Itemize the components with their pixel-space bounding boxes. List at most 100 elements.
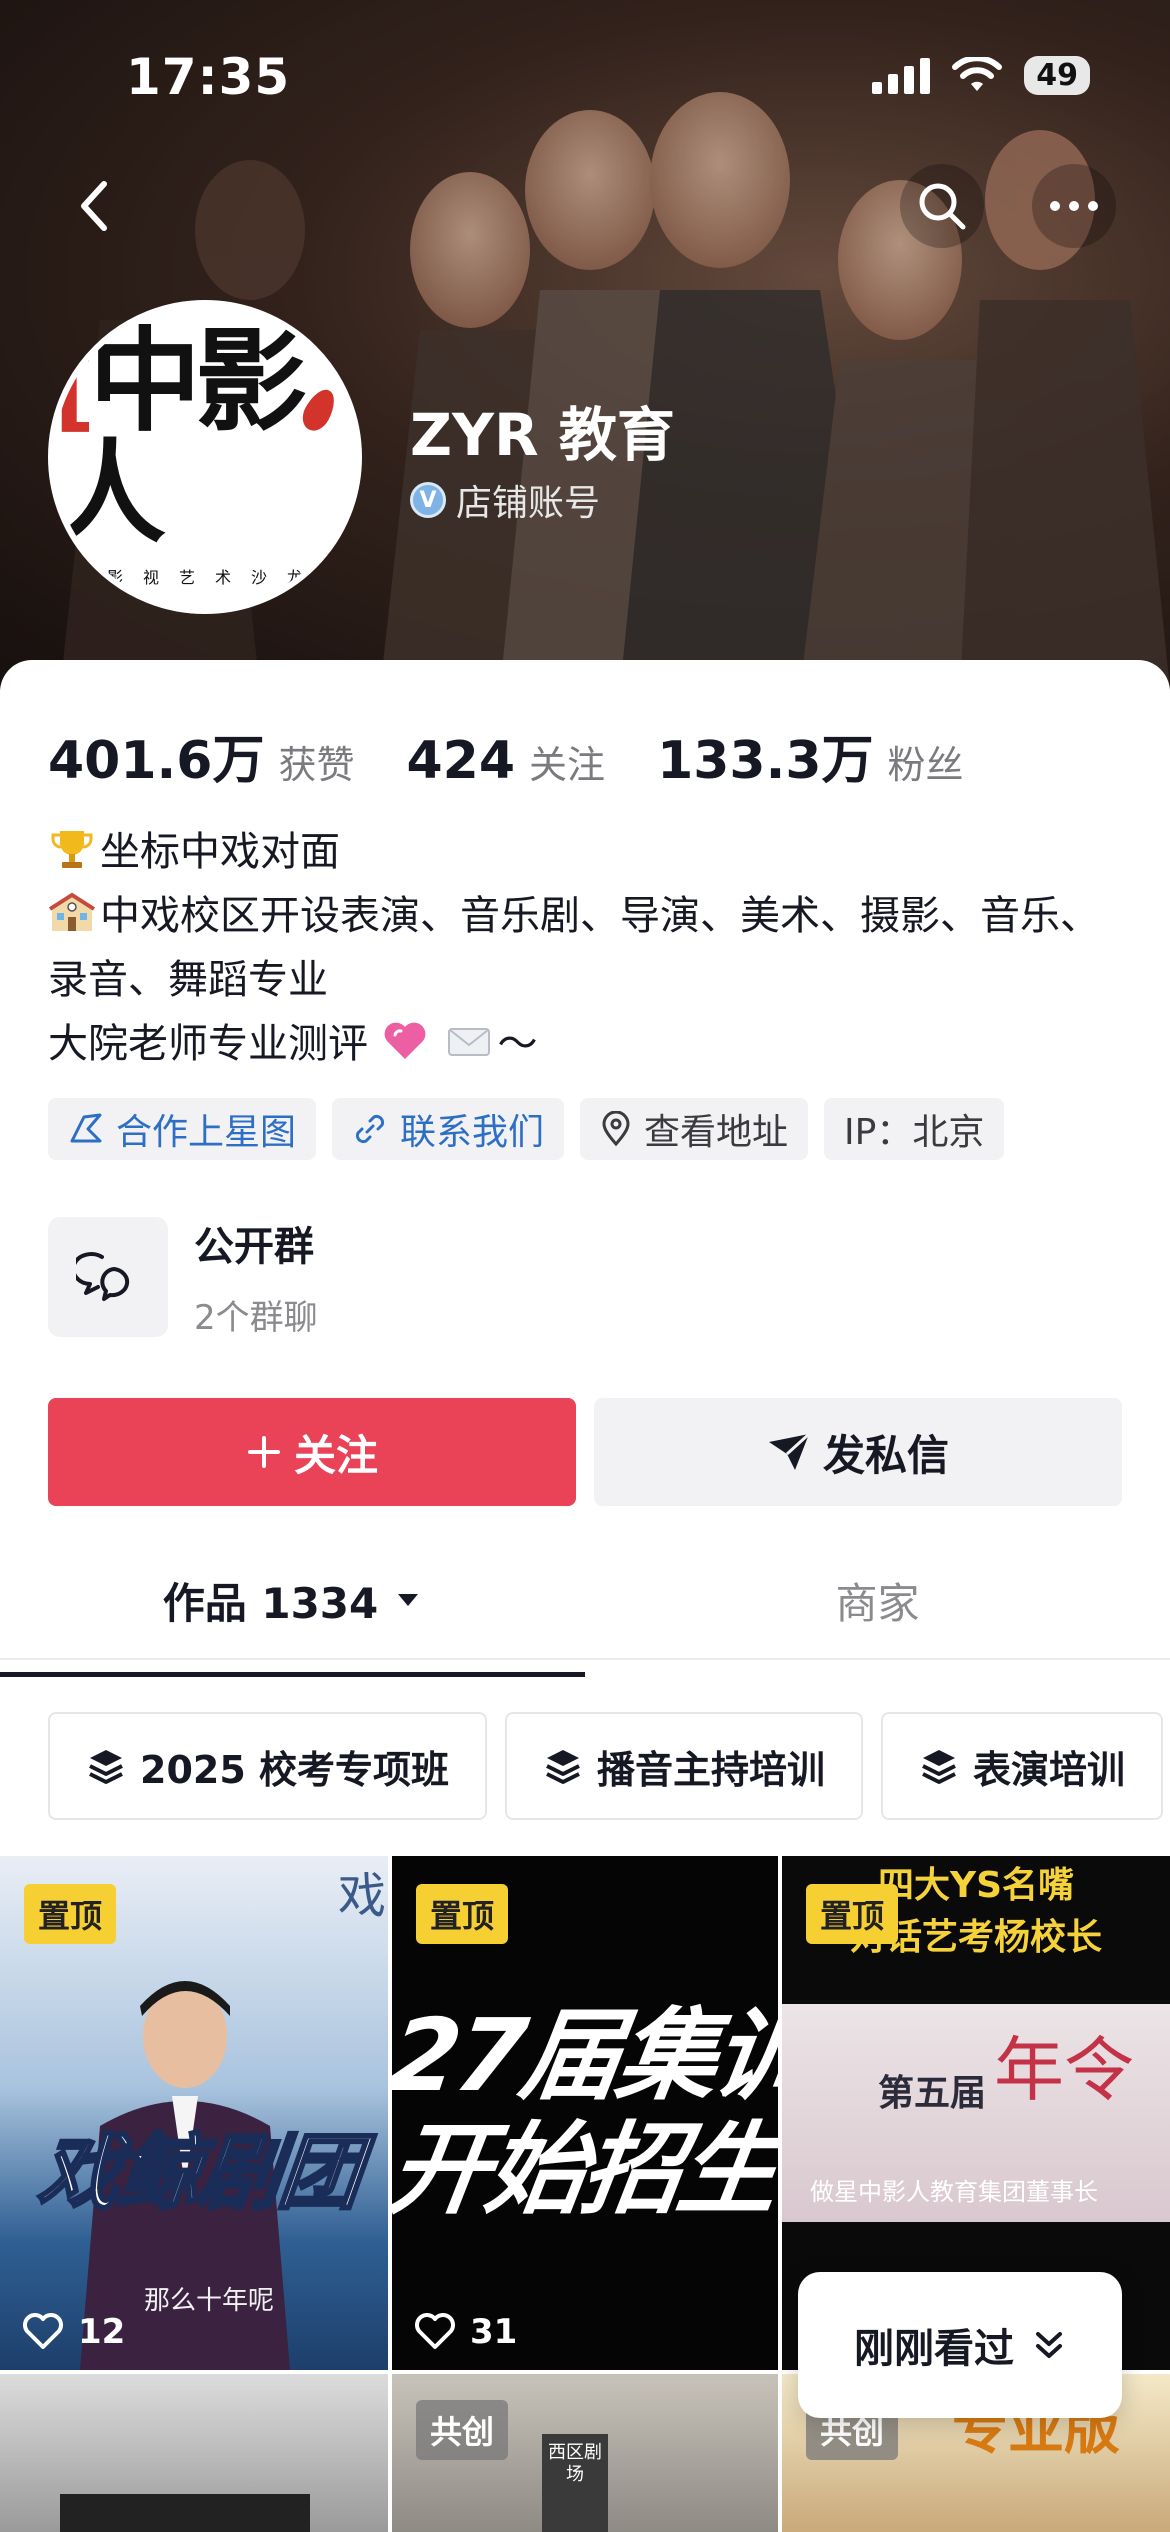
bio-line: 坐标中戏对面 [48, 820, 1128, 884]
stat-following[interactable]: 424 关注 [407, 731, 606, 791]
profile-tags: 合作上星图 联系我们 查看地址 IP：北京 [48, 1098, 1005, 1160]
video-title: 戏鲸剧团 [33, 2125, 366, 2223]
stat-followers[interactable]: 133.3万 粉丝 [657, 718, 964, 793]
video-thumbnail[interactable]: 戏 置顶 戏鲸剧团 那么十年呢 12 [0, 1856, 388, 2370]
stat-likes[interactable]: 401.6万 获赞 [48, 718, 355, 793]
layers-icon [546, 1750, 580, 1784]
profile-bio[interactable]: 坐标中戏对面 中戏校区开设表演、音乐剧、导演、美术、摄影、音乐、录音、舞蹈专业 … [48, 820, 1128, 1076]
avatar-logo: [中影人 [54, 316, 307, 559]
account-type-label: 店铺账号 [456, 483, 601, 524]
stat-value: 424 [406, 731, 516, 791]
stage-mark: 年令 [994, 2029, 1134, 2111]
status-icons: 49 [872, 56, 1090, 95]
video-title-line: 开始招生 [392, 2111, 778, 2228]
search-icon [919, 183, 966, 230]
tab-works[interactable]: 作品 1334 [0, 1540, 585, 1660]
collection-chip[interactable]: 播音主持培训 [505, 1712, 864, 1820]
star-map-icon [70, 1113, 102, 1143]
tag-label: 合作上星图 [116, 1112, 297, 1153]
theatre-sign: 西区剧场 [542, 2434, 608, 2532]
account-type: V 店铺账号 [410, 474, 600, 526]
recent-label: 刚刚看过 [854, 2326, 1014, 2372]
location-pin-icon [602, 1111, 630, 1147]
tab-shop[interactable]: 商家 [585, 1540, 1170, 1660]
tag-label: IP：北京 [844, 1112, 985, 1153]
tag-contact[interactable]: 联系我们 [332, 1098, 565, 1160]
collection-chips: 2025 校考专项班 播音主持培训 表演培训 [48, 1712, 1164, 1820]
profile-name: ZYR 教育 [410, 401, 675, 469]
follow-label: 关注 [293, 1430, 378, 1480]
layers-icon [89, 1750, 123, 1784]
heart-outline-icon [415, 2313, 455, 2349]
screen-shape [60, 2494, 310, 2532]
pink-heart-icon [384, 1022, 426, 1059]
video-thumbnail[interactable]: 置顶 27届集训 开始招生 31 [392, 1856, 778, 2370]
follow-button[interactable]: 关注 [48, 1398, 576, 1506]
school-icon [48, 892, 96, 931]
active-tab-indicator [0, 1672, 585, 1677]
co-create-badge: 共创 [416, 2400, 509, 2460]
video-caption: 那么十年呢 [144, 2286, 275, 2316]
tag-address[interactable]: 查看地址 [580, 1098, 809, 1160]
recently-viewed-button[interactable]: 刚刚看过 [798, 2272, 1122, 2418]
layers-icon [922, 1750, 956, 1784]
action-buttons: 关注 发私信 [48, 1398, 1122, 1506]
stage-backdrop: 年令 第五届 做星中影人教育集团董事长 [782, 2004, 1170, 2222]
content-tabs: 作品 1334 商家 [0, 1540, 1170, 1660]
message-button[interactable]: 发私信 [594, 1398, 1122, 1506]
back-button[interactable] [52, 164, 136, 248]
collection-label: 2025 校考专项班 [140, 1747, 449, 1792]
heart-outline-icon [23, 2313, 63, 2349]
wifi-icon [952, 56, 1003, 91]
pinned-badge: 置顶 [806, 1884, 899, 1944]
stage-subtitle: 做星中影人教育集团董事长 [810, 2178, 1098, 2206]
bio-line: 大院老师专业测评 ～ [48, 1012, 1128, 1076]
video-grid: 戏 置顶 戏鲸剧团 那么十年呢 12 置顶 27届集训 开始招生 31 四大YS… [0, 1856, 1170, 2532]
video-thumbnail[interactable] [0, 2374, 388, 2532]
group-subtitle: 2个群聊 [194, 1298, 318, 1338]
search-button[interactable] [900, 164, 984, 248]
stage-title: 第五届 [878, 2073, 987, 2114]
collection-label: 播音主持培训 [597, 1747, 826, 1792]
stat-label: 关注 [529, 743, 606, 787]
plus-icon [247, 1436, 280, 1468]
video-likes: 12 [22, 2312, 125, 2352]
more-button[interactable] [1032, 164, 1116, 248]
verified-badge-icon: V [410, 482, 446, 518]
dropdown-triangle-icon [398, 1594, 419, 1606]
pinned-badge: 置顶 [416, 1884, 509, 1944]
send-icon [768, 1432, 810, 1470]
status-bar: 17:35 49 [0, 0, 1170, 150]
pinned-badge: 置顶 [24, 1884, 117, 1944]
double-chevron-down-icon [1036, 2332, 1062, 2358]
group-title: 公开群 [194, 1224, 314, 1270]
avatar[interactable]: [中影人 影视艺术沙龙 [48, 300, 362, 614]
group-chat-icon [48, 1216, 168, 1337]
like-count: 31 [470, 2312, 518, 2352]
tag-label: 联系我们 [400, 1112, 545, 1153]
video-thumbnail[interactable]: 共创 西区剧场 [392, 2374, 778, 2532]
public-group[interactable]: 公开群 2个群聊 [48, 1214, 318, 1339]
stats-row: 401.6万 获赞 424 关注 133.3万 粉丝 [48, 718, 1016, 793]
stat-value: 401.6万 [48, 731, 265, 791]
profile-cover: 17:35 49 [中影人 影视艺术沙龙 ZYR 教育 V 店铺账号 [0, 0, 1170, 690]
link-icon [355, 1114, 385, 1144]
signal-icon [872, 57, 931, 94]
message-label: 发私信 [822, 1430, 949, 1480]
stat-label: 粉丝 [887, 743, 964, 787]
avatar-tagline: 影视艺术沙龙 [106, 568, 323, 587]
collection-chip[interactable]: 2025 校考专项班 [48, 1712, 487, 1820]
tag-ip-location: IP：北京 [824, 1098, 1005, 1160]
chevron-left-icon [81, 181, 107, 231]
stat-label: 获赞 [278, 743, 355, 787]
more-dots-icon [1050, 201, 1098, 211]
battery-indicator: 49 [1024, 56, 1090, 95]
video-corner-text: 戏 [338, 1868, 387, 1924]
collection-chip[interactable]: 表演培训 [881, 1712, 1164, 1820]
tag-star-map[interactable]: 合作上星图 [48, 1098, 317, 1160]
bio-line: 中戏校区开设表演、音乐剧、导演、美术、摄影、音乐、录音、舞蹈专业 [48, 884, 1128, 1012]
video-likes: 31 [414, 2312, 517, 2352]
stat-value: 133.3万 [657, 731, 874, 791]
tab-shop-label: 商家 [835, 1578, 920, 1628]
tab-works-label: 作品 1334 [162, 1578, 379, 1628]
